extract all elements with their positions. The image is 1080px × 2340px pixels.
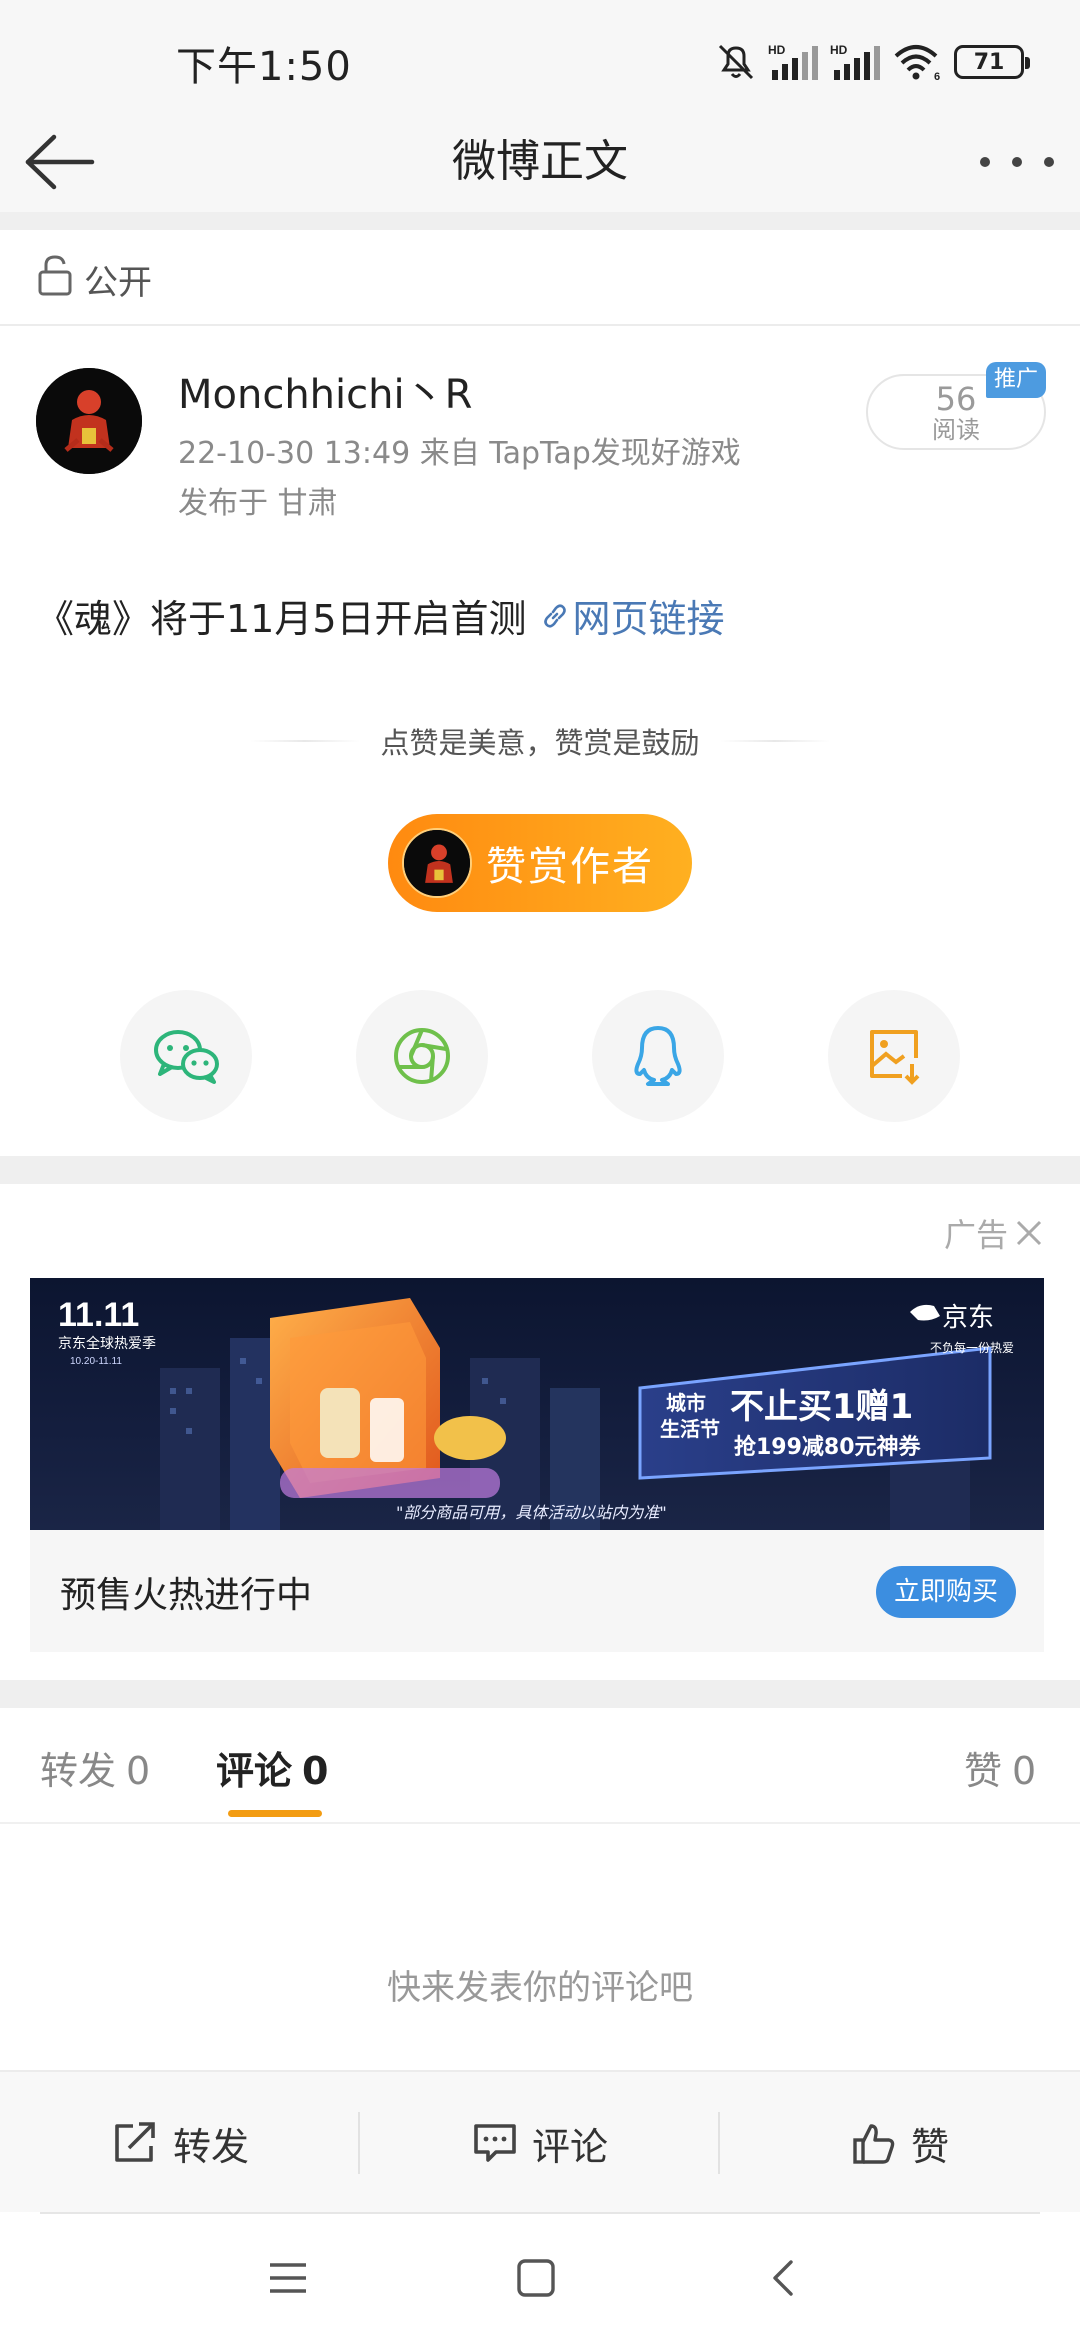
ad-line2: 生活节 (660, 1417, 720, 1441)
visibility-row: 公开 (0, 230, 1080, 326)
mute-icon (714, 42, 758, 82)
reward-slogan: 点赞是美意，赞赏是鼓励 (380, 726, 700, 760)
comment-icon (474, 2124, 516, 2162)
interaction-tabs: 转发 0 评论 0 赞0 (0, 1708, 1080, 1824)
close-icon[interactable] (1014, 1218, 1044, 1248)
unlock-icon (36, 254, 76, 302)
page-title: 微博正文 (452, 136, 628, 187)
visibility-label: 公开 (84, 263, 152, 303)
share-qq-button[interactable] (592, 990, 724, 1122)
author-name[interactable]: Monchhichi丶R (178, 362, 472, 420)
dot (1044, 157, 1054, 167)
ad-subline: 抢199减80元神券 (734, 1434, 922, 1460)
home-square-icon (517, 2259, 555, 2297)
tab-reposts[interactable]: 转发 0 (40, 1740, 150, 1795)
chevron-left-icon (773, 2260, 793, 2296)
moments-icon (394, 1028, 450, 1084)
nav-separator (40, 2212, 1040, 2214)
reward-button-label: 赞赏作者 (486, 844, 654, 890)
comment-label: 评论 (531, 2124, 608, 2169)
share-moments-button[interactable] (356, 990, 488, 1122)
status-icons: HD HD 6 71 (714, 38, 1030, 86)
ad-headline: 不止买1赠1 (730, 1387, 913, 1427)
ad-footer[interactable]: 预售火热进行中 立即购买 (30, 1530, 1044, 1652)
promo-tag: 推广 (986, 362, 1046, 398)
ad-brand: 京东 (942, 1303, 994, 1333)
share-wechat-button[interactable] (120, 990, 252, 1122)
tab-comments-count: 0 (302, 1749, 329, 1793)
ad-banner-art: 11.11 京东全球热爱季 10.20-11.11 京东 不负每一份热爱 城市 … (58, 1296, 1014, 1530)
tab-likes-count: 0 (1012, 1749, 1037, 1793)
tab-likes-label: 赞 (964, 1749, 1003, 1793)
active-tab-indicator (228, 1810, 322, 1817)
svg-text:HD: HD (768, 43, 786, 57)
comment-button[interactable]: 评论 (360, 2072, 720, 2214)
ad-disclaimer: "部分商品可用，具体活动以站内为准" (396, 1503, 667, 1522)
ad-logo-date: 10.20-11.11 (70, 1356, 122, 1367)
reward-slogan-row: 点赞是美意，赞赏是鼓励 (230, 718, 850, 764)
web-link-label: 网页链接 (572, 597, 725, 641)
wechat-icon (154, 1030, 219, 1084)
wifi-icon: 6 (892, 42, 944, 82)
svg-text:6: 6 (934, 71, 940, 82)
ad-logo-sub: 京东全球热爱季 (58, 1335, 156, 1352)
dot (1012, 157, 1022, 167)
nav-back-button[interactable] (754, 2248, 814, 2308)
menu-button[interactable] (258, 2248, 318, 2308)
signal-2-icon: HD (830, 42, 882, 82)
post-meta: 22-10-30 13:49 来自 TapTap发现好游戏 (178, 436, 741, 471)
home-button[interactable] (506, 2248, 566, 2308)
dot (980, 157, 990, 167)
reward-avatar (402, 828, 472, 898)
like-label: 赞 (910, 2124, 949, 2169)
save-image-button[interactable] (828, 990, 960, 1122)
repost-button[interactable]: 转发 (0, 2072, 360, 2214)
tab-reposts-label: 转发 (40, 1749, 117, 1793)
ad-brand-slogan: 不负每一份热爱 (930, 1340, 1014, 1355)
signal-1-icon: HD (768, 42, 820, 82)
empty-comments-text: 快来发表你的评论吧 (387, 1968, 693, 2008)
link-icon (543, 603, 566, 628)
thumbs-up-icon (853, 2124, 895, 2164)
section-divider (0, 1156, 1080, 1184)
post-content: 《魂》将于11月5日开启首测 网页链接 (36, 588, 725, 643)
menu-icon (270, 2263, 306, 2293)
status-time: 下午1:50 (176, 44, 352, 90)
web-link[interactable]: 网页链接 (541, 588, 725, 643)
tab-comments[interactable]: 评论 0 (216, 1740, 328, 1795)
battery-icon: 71 (954, 45, 1030, 79)
tab-comments-label: 评论 (216, 1749, 293, 1793)
repost-label: 转发 (172, 2124, 249, 2169)
divider-line (719, 740, 830, 742)
top-nav-bar: 微博正文 (0, 112, 1080, 212)
reward-author-button[interactable]: 赞赏作者 (388, 814, 692, 912)
repost-icon (115, 2122, 155, 2162)
svg-text:HD: HD (830, 43, 848, 57)
read-label: 阅读 (932, 416, 980, 444)
tab-likes[interactable]: 赞0 (964, 1740, 1036, 1795)
section-divider (0, 1680, 1080, 1708)
system-nav-bar (0, 2212, 1080, 2340)
post-location: 发布于 甘肃 (178, 486, 338, 521)
author-avatar[interactable] (36, 368, 142, 474)
post-text: 《魂》将于11月5日开启首测 (36, 597, 527, 641)
status-bar: 下午1:50 HD HD 6 71 (0, 0, 1080, 112)
ad-logo: 11.11 (58, 1296, 139, 1334)
divider-line (250, 740, 361, 742)
buy-now-button[interactable]: 立即购买 (876, 1566, 1016, 1618)
ad-label[interactable]: 广告 (944, 1210, 1044, 1256)
ad-banner-image[interactable]: 11.11 京东全球热爱季 10.20-11.11 京东 不负每一份热爱 城市 … (30, 1278, 1044, 1530)
more-options-button[interactable] (980, 142, 1054, 182)
tab-reposts-count: 0 (126, 1749, 151, 1793)
ad-line1: 城市 (666, 1391, 706, 1415)
save-image-icon (870, 1030, 920, 1085)
qq-icon (634, 1026, 682, 1086)
bottom-action-bar: 转发 评论 赞 (0, 2070, 1080, 2212)
like-button[interactable]: 赞 (720, 2072, 1080, 2214)
ad-label-text: 广告 (943, 1216, 1008, 1254)
ad-title: 预售火热进行中 (60, 1575, 313, 1616)
section-divider (0, 212, 1080, 230)
